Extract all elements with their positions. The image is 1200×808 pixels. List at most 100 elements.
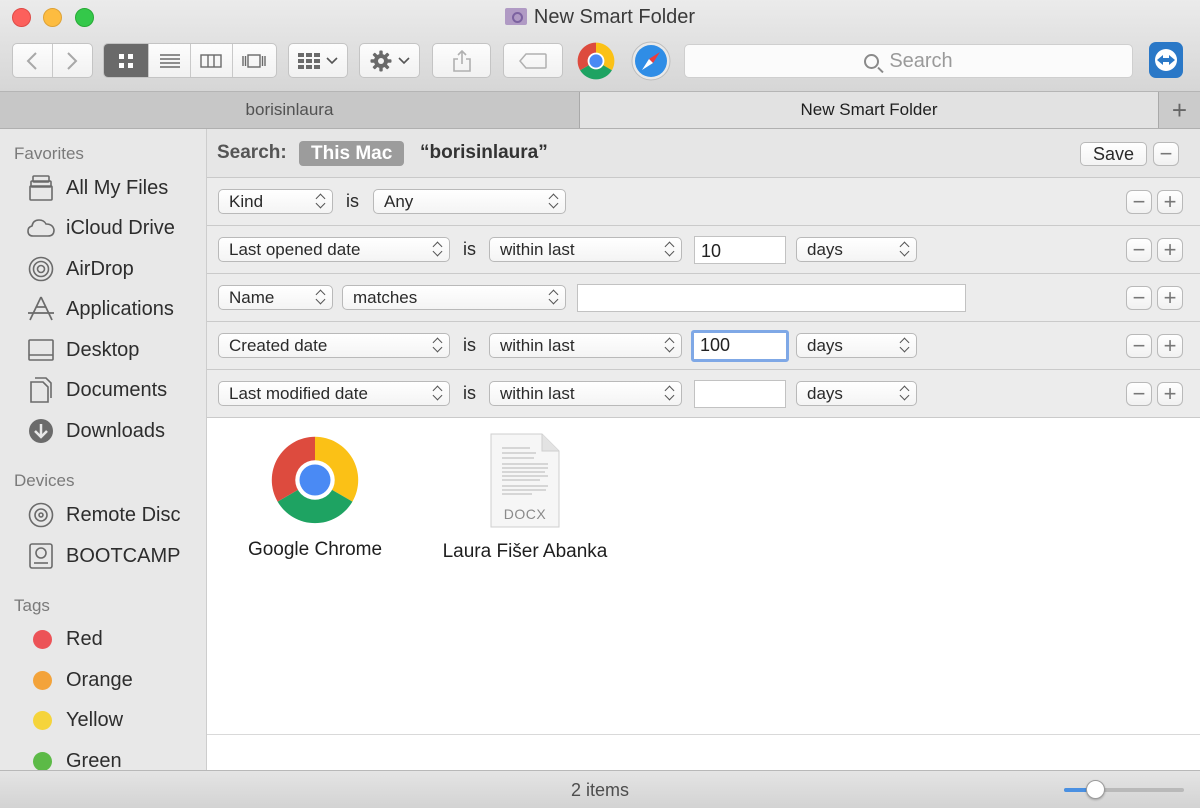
sidebar-item-downloads[interactable]: Downloads bbox=[26, 415, 165, 447]
attribute-popup[interactable]: Kind bbox=[218, 189, 333, 214]
add-rule-button[interactable]: + bbox=[1157, 190, 1183, 214]
condition-popup[interactable]: within last bbox=[489, 381, 682, 406]
plus-icon: + bbox=[1163, 285, 1177, 310]
sidebar-item-label: AirDrop bbox=[66, 257, 134, 280]
chrome-toolbar-icon[interactable] bbox=[576, 41, 616, 81]
airdrop-icon bbox=[26, 256, 56, 282]
remove-search-button[interactable]: − bbox=[1153, 142, 1179, 166]
amount-field[interactable]: 100 bbox=[691, 330, 789, 362]
name-match-field[interactable] bbox=[577, 284, 966, 312]
scope-folder-button[interactable]: “borisinlaura” bbox=[420, 142, 548, 164]
file-type-badge: DOCX bbox=[503, 506, 547, 522]
teamviewer-toolbar-icon[interactable] bbox=[1148, 41, 1184, 79]
sidebar-item-label: Downloads bbox=[66, 419, 165, 442]
search-field[interactable]: Search bbox=[684, 44, 1133, 78]
plus-icon: + bbox=[1163, 333, 1177, 358]
icon-size-slider[interactable] bbox=[1064, 780, 1184, 799]
updown-arrows-icon bbox=[900, 337, 910, 354]
add-rule-button[interactable]: + bbox=[1157, 238, 1183, 262]
sidebar-item-all-my-files[interactable]: All My Files bbox=[26, 172, 168, 204]
unit-popup[interactable]: days bbox=[796, 381, 917, 406]
condition-popup[interactable]: within last bbox=[489, 333, 682, 358]
unit-popup[interactable]: days bbox=[796, 333, 917, 358]
plus-icon: + bbox=[1163, 381, 1177, 406]
amount-field[interactable] bbox=[694, 380, 786, 408]
new-tab-button[interactable]: + bbox=[1158, 92, 1200, 128]
operator-label: is bbox=[463, 383, 476, 403]
tags-button[interactable] bbox=[503, 43, 563, 78]
scope-this-mac-button[interactable]: This Mac bbox=[299, 141, 405, 166]
updown-arrows-icon bbox=[316, 193, 326, 210]
add-rule-button[interactable]: + bbox=[1157, 286, 1183, 310]
sidebar-item-remote-disc[interactable]: Remote Disc bbox=[26, 499, 180, 531]
popup-value: within last bbox=[500, 335, 575, 355]
arrange-button[interactable] bbox=[288, 43, 348, 78]
column-view-button[interactable] bbox=[191, 44, 233, 77]
minus-icon: − bbox=[1132, 237, 1146, 262]
back-button[interactable] bbox=[13, 44, 53, 77]
action-button[interactable] bbox=[359, 43, 420, 78]
sidebar-item-bootcamp[interactable]: BOOTCAMP bbox=[26, 540, 180, 572]
sidebar-tag-red[interactable]: Red bbox=[26, 623, 103, 655]
file-item-google-chrome[interactable]: Google Chrome bbox=[235, 433, 395, 561]
icon-view-button[interactable] bbox=[104, 44, 150, 77]
search-rule-created-date: Created date is within last 100 days − + bbox=[207, 322, 1200, 370]
all-files-icon bbox=[26, 175, 56, 201]
attribute-popup[interactable]: Last opened date bbox=[218, 237, 450, 262]
sidebar-item-label: Red bbox=[66, 627, 103, 650]
list-view-button[interactable] bbox=[149, 44, 191, 77]
plus-icon: + bbox=[1171, 94, 1188, 125]
smart-folder-icon bbox=[504, 8, 527, 25]
condition-popup[interactable]: matches bbox=[342, 285, 566, 310]
window-toolbar: New Smart Folder Search bbox=[0, 0, 1200, 92]
attribute-popup[interactable]: Name bbox=[218, 285, 333, 310]
forward-button[interactable] bbox=[53, 44, 93, 77]
popup-value: Last modified date bbox=[229, 383, 368, 403]
tag-icon bbox=[519, 52, 547, 69]
slider-knob[interactable] bbox=[1086, 780, 1105, 799]
amount-field[interactable]: 10 bbox=[694, 236, 786, 264]
tab-new-smart-folder[interactable]: New Smart Folder bbox=[580, 92, 1158, 128]
unit-popup[interactable]: days bbox=[796, 237, 917, 262]
remove-rule-button[interactable]: − bbox=[1126, 334, 1152, 358]
share-icon bbox=[452, 49, 471, 72]
add-rule-button[interactable]: + bbox=[1157, 382, 1183, 406]
remove-rule-button[interactable]: − bbox=[1126, 382, 1152, 406]
sidebar-item-documents[interactable]: Documents bbox=[26, 374, 167, 406]
tags-header: Tags bbox=[14, 596, 50, 615]
sidebar-item-desktop[interactable]: Desktop bbox=[26, 334, 139, 366]
sidebar-item-airdrop[interactable]: AirDrop bbox=[26, 253, 134, 285]
value-popup[interactable]: Any bbox=[373, 189, 566, 214]
sidebar-item-applications[interactable]: Applications bbox=[26, 293, 174, 325]
add-rule-button[interactable]: + bbox=[1157, 334, 1183, 358]
condition-popup[interactable]: within last bbox=[489, 237, 682, 262]
sidebar-tag-green[interactable]: Green bbox=[26, 745, 122, 770]
sidebar-tag-yellow[interactable]: Yellow bbox=[26, 704, 123, 736]
share-button[interactable] bbox=[432, 43, 491, 78]
window-title-text: New Smart Folder bbox=[533, 6, 696, 28]
sidebar-item-label: Green bbox=[66, 749, 122, 771]
sidebar-item-label: BOOTCAMP bbox=[66, 544, 181, 567]
remove-rule-button[interactable]: − bbox=[1126, 190, 1152, 214]
popup-value: within last bbox=[500, 239, 575, 259]
sidebar-tag-orange[interactable]: Orange bbox=[26, 664, 133, 696]
columns-icon bbox=[200, 53, 222, 68]
drive-icon bbox=[26, 543, 56, 569]
updown-arrows-icon bbox=[665, 241, 675, 258]
remove-rule-button[interactable]: − bbox=[1126, 286, 1152, 310]
minus-icon: − bbox=[1132, 189, 1146, 214]
gear-icon bbox=[370, 50, 391, 71]
attribute-popup[interactable]: Last modified date bbox=[218, 381, 450, 406]
popup-value: days bbox=[807, 239, 843, 259]
file-item-laura-fiser-abanka[interactable]: DOCX Laura Fišer Abanka bbox=[433, 433, 617, 563]
cover-flow-view-button[interactable] bbox=[233, 44, 276, 77]
arrange-grid-icon bbox=[298, 52, 320, 69]
devices-header: Devices bbox=[14, 471, 75, 490]
sidebar-item-icloud-drive[interactable]: iCloud Drive bbox=[26, 212, 175, 244]
save-button[interactable]: Save bbox=[1080, 142, 1147, 166]
safari-toolbar-icon[interactable] bbox=[631, 41, 671, 81]
tab-borisinlaura[interactable]: borisinlaura bbox=[0, 92, 580, 128]
remove-rule-button[interactable]: − bbox=[1126, 238, 1152, 262]
attribute-popup[interactable]: Created date bbox=[218, 333, 450, 358]
popup-value: Any bbox=[384, 191, 414, 211]
